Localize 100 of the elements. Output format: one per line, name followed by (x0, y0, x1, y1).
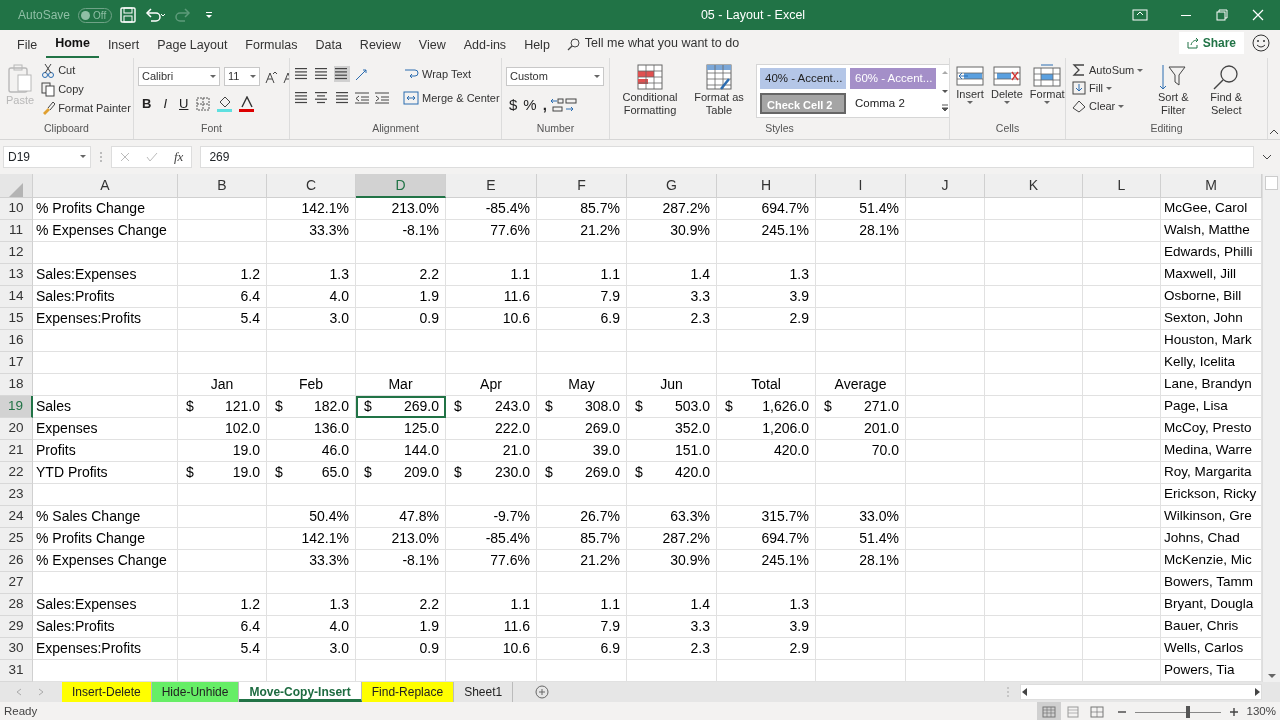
scroll-right-icon[interactable] (1253, 688, 1261, 696)
row-header[interactable]: 27 (0, 572, 33, 594)
customize-icon[interactable] (204, 10, 215, 20)
ribbon-button[interactable]: Cut (39, 63, 133, 78)
scroll-left-icon[interactable] (1021, 688, 1029, 696)
collapse-ribbon-icon[interactable] (1269, 127, 1279, 135)
row-header[interactable]: 25 (0, 528, 33, 550)
menu-tab[interactable]: File (8, 32, 47, 58)
menu-tab[interactable]: Review (350, 32, 410, 58)
close-icon[interactable] (1252, 9, 1264, 21)
share-button[interactable]: Share (1178, 32, 1244, 54)
column-header[interactable]: D (356, 174, 446, 198)
column-header[interactable]: K (985, 174, 1083, 198)
ribbon-button[interactable]: Sort & Filter (1148, 63, 1199, 122)
align-bottom-icon[interactable] (334, 66, 350, 82)
ribbon-button[interactable]: Fill (1070, 81, 1146, 95)
row-header[interactable]: 28 (0, 594, 33, 616)
row-header[interactable]: 19 (0, 396, 33, 418)
zoom-level[interactable]: 130% (1246, 703, 1276, 720)
row-header[interactable]: 13 (0, 264, 33, 286)
caret-icon[interactable] (1106, 86, 1113, 90)
caret-icon[interactable] (1137, 68, 1144, 72)
decrease-decimal-icon[interactable] (563, 97, 578, 114)
ribbon-button[interactable]: Insert (954, 64, 986, 122)
cell-style[interactable]: 40% - Accent... (760, 68, 846, 89)
row-header[interactable]: 23 (0, 484, 33, 506)
row-header[interactable]: 12 (0, 242, 33, 264)
zoom-in-icon[interactable] (1228, 707, 1239, 717)
column-header[interactable]: I (816, 174, 906, 198)
row-header[interactable]: 26 (0, 550, 33, 572)
ribbon-button[interactable]: Format as Table (689, 63, 749, 122)
caret-icon[interactable] (594, 75, 600, 78)
ribbon-button[interactable]: Clear (1070, 99, 1146, 113)
bold-button[interactable]: B (138, 94, 156, 114)
fill-color-icon[interactable] (216, 95, 235, 112)
ribbon-button[interactable]: Format (1027, 64, 1065, 122)
formula-field[interactable]: 269 (200, 145, 1254, 168)
undo-icon[interactable] (144, 7, 167, 23)
tell-me-search[interactable]: Tell me what you want to do (584, 34, 740, 53)
sheet-tab[interactable]: Move-Copy-Insert (239, 682, 362, 702)
menu-tab[interactable]: Formulas (236, 32, 307, 58)
add-sheet-icon[interactable] (535, 685, 550, 699)
caret-icon[interactable] (80, 155, 86, 158)
font-name-field[interactable]: Calibri (138, 67, 220, 86)
ribbon-button[interactable]: Copy (39, 82, 133, 97)
number-format-button[interactable]: $ (506, 94, 521, 117)
view-button[interactable] (1036, 702, 1061, 720)
caret-icon[interactable] (1118, 104, 1125, 108)
smiley-icon[interactable] (1252, 34, 1270, 52)
row-header[interactable]: 29 (0, 616, 33, 638)
font-color-icon[interactable] (238, 95, 257, 112)
ribbon-button[interactable]: Format Painter (39, 101, 133, 116)
increase-decimal-icon[interactable] (549, 97, 564, 114)
ribbon-button[interactable]: Wrap Text (401, 66, 501, 82)
grow-font-icon[interactable] (264, 69, 278, 84)
row-header[interactable]: 31 (0, 660, 33, 682)
column-header[interactable]: F (537, 174, 627, 198)
font-size-field[interactable]: 11 (224, 67, 260, 86)
row-header[interactable]: 11 (0, 220, 33, 242)
row-header[interactable]: 22 (0, 462, 33, 484)
column-header[interactable]: E (446, 174, 537, 198)
align-left-icon[interactable] (294, 90, 310, 106)
number-format-button[interactable]: , (539, 94, 550, 117)
row-header[interactable]: 15 (0, 308, 33, 330)
row-header[interactable]: 14 (0, 286, 33, 308)
align-center-icon[interactable] (314, 90, 330, 106)
column-header[interactable]: L (1083, 174, 1161, 198)
menu-tab[interactable]: Page Layout (148, 32, 237, 58)
scrollbar-thumb[interactable] (1265, 176, 1278, 190)
caret-icon[interactable] (967, 100, 973, 104)
menu-tab[interactable]: Insert (98, 32, 149, 58)
sheet-tab[interactable]: Hide-Unhide (151, 682, 240, 702)
row-header[interactable]: 17 (0, 352, 33, 374)
scroll-down-icon[interactable] (1266, 672, 1277, 680)
column-header[interactable]: G (627, 174, 717, 198)
underline-button[interactable]: U (175, 94, 193, 114)
ribbon-button[interactable]: Find & Select (1201, 63, 1252, 122)
ribbon-button[interactable]: Conditional Formatting (614, 63, 686, 122)
column-header[interactable]: B (178, 174, 267, 198)
insert-function-button[interactable]: fx (174, 146, 184, 167)
name-box[interactable]: D19 (3, 145, 91, 168)
menu-tab[interactable]: Data (306, 32, 351, 58)
caret-icon[interactable] (250, 75, 256, 78)
sheet-tab[interactable]: Find-Replace (361, 682, 455, 702)
restore-icon[interactable] (1216, 9, 1228, 21)
row-header[interactable]: 18 (0, 374, 33, 396)
caret-icon[interactable] (1044, 100, 1051, 104)
ribbon-display-icon[interactable] (1132, 8, 1148, 22)
ribbon-button[interactable]: Merge & Center (401, 90, 501, 106)
save-icon[interactable] (120, 7, 137, 23)
expand-icon[interactable] (1262, 153, 1272, 160)
column-header[interactable]: C (267, 174, 356, 198)
column-header[interactable]: J (906, 174, 985, 198)
ribbon-button[interactable]: Delete (989, 64, 1025, 122)
column-header[interactable]: H (717, 174, 816, 198)
row-header[interactable]: 30 (0, 638, 33, 660)
number-format-field[interactable]: Custom (506, 67, 604, 86)
column-header[interactable]: M (1161, 174, 1262, 198)
row-header[interactable]: 20 (0, 418, 33, 440)
row-header[interactable]: 16 (0, 330, 33, 352)
